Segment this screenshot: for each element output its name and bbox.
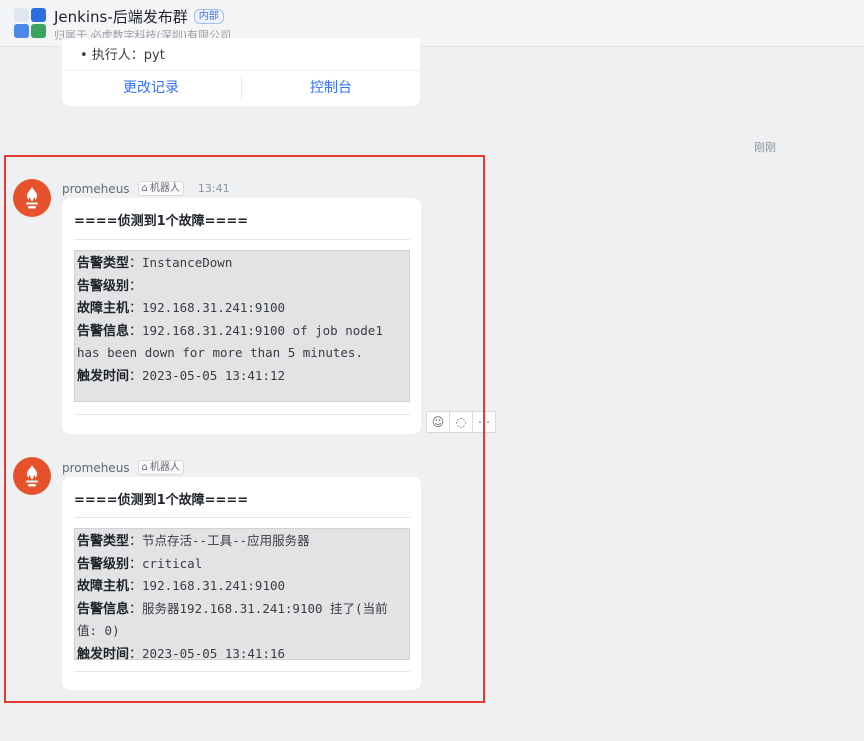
console-button[interactable]: 控制台 [242,71,420,106]
change-log-button[interactable]: 更改记录 [62,71,240,106]
group-avatar-icon[interactable] [14,8,46,38]
group-name: Jenkins-后端发布群 [54,8,188,26]
executor-line: • 执行人：pyt [80,48,165,63]
highlight-box [4,155,485,703]
previous-message-card: • 执行人：pyt 更改记录 控制台 [62,38,420,106]
group-title[interactable]: Jenkins-后端发布群 内部 [54,6,224,27]
internal-badge: 内部 [193,9,224,24]
message-timestamp: 刚刚 [754,141,776,154]
